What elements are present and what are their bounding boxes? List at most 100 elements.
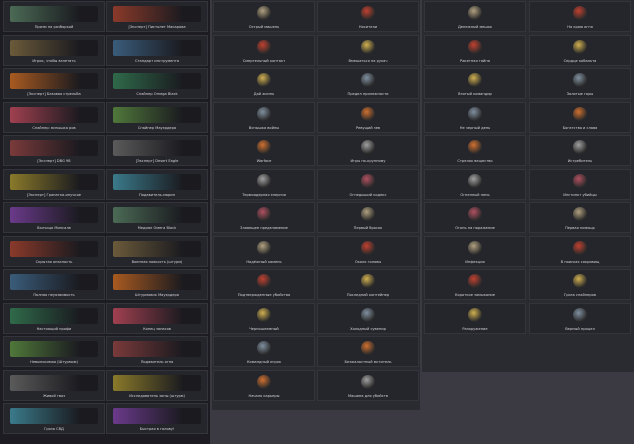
col1-item[interactable]: [Эксперт] Desert Eagle — [106, 135, 208, 166]
col3-item[interactable]: Золотые горы — [529, 68, 631, 99]
badge-icon — [468, 106, 482, 121]
col1-item[interactable]: Медиан Омега Black — [106, 202, 208, 233]
col1-item[interactable]: [Эксперт] Гранатка-ипучкое — [3, 168, 105, 200]
item-label: Невыносимая (Штурмом) — [30, 360, 78, 364]
col1-item[interactable]: Конец запасов — [106, 302, 208, 334]
col2-item[interactable]: Холодный сувенир — [317, 302, 419, 334]
col3-item[interactable]: Короткое замыкание — [424, 269, 526, 300]
item-label: Зловещее предзнамение — [240, 226, 288, 230]
badge-icon — [257, 341, 271, 355]
item-label: Первый бросок — [353, 226, 383, 230]
col1-item[interactable]: [Эксперт] DBG 98 — [3, 135, 105, 166]
col2-item[interactable]: Вмешаться на рукач — [317, 34, 419, 66]
item-label: Предел прилежности — [347, 92, 389, 96]
stripe-art-icon — [10, 207, 98, 223]
col1-item[interactable]: Быстрая в голову! — [106, 403, 208, 434]
col2-item[interactable]: Надёжный камень — [213, 235, 315, 267]
item-label: Игры по-крупному — [350, 159, 386, 163]
col1-item[interactable]: Военная ловкость (штурм) — [106, 235, 208, 267]
badge-icon — [257, 207, 271, 221]
col1-item[interactable]: Стандарт инструмента — [106, 34, 208, 66]
col3-item[interactable]: Ракетная тайна — [424, 34, 526, 66]
col2-item[interactable]: Черношлемный — [213, 302, 315, 334]
col1-item[interactable]: Штурмовик Мауэрдера — [106, 269, 208, 300]
col1-item[interactable]: Снайпер Omega Black — [106, 68, 208, 99]
stripe-art-icon — [10, 341, 98, 357]
item-label: [Эксперт] Гранатка-ипучкое — [26, 192, 82, 197]
col3-item[interactable]: Истребитель — [529, 135, 631, 166]
col1-item[interactable]: Снайпер Мауэрдера — [106, 101, 208, 133]
badge-icon — [361, 106, 375, 121]
item-label: Короткое замыкание — [455, 293, 495, 297]
col2-item[interactable]: Смертельный контакт — [213, 34, 315, 66]
col1-item[interactable]: Гроза СВД — [3, 403, 105, 434]
col2-item[interactable]: Термоядерная энергия — [213, 168, 315, 200]
item-label: Подавитель огня — [140, 360, 174, 364]
col3-item[interactable]: Не черный день — [424, 101, 526, 133]
stripe-art-icon — [113, 307, 201, 324]
col1-item[interactable]: Живой гвоз — [3, 369, 105, 401]
stripe-art-icon — [10, 6, 98, 22]
col1-item[interactable]: Игрок, чтобы взлетать — [3, 34, 105, 66]
col3-item[interactable]: Взятый командир — [424, 68, 526, 99]
col3-item[interactable]: В поисках сокровищ — [529, 235, 631, 267]
col3-item[interactable]: Стрелок вещество — [424, 135, 526, 166]
col2-item[interactable]: Предел прилежности — [317, 68, 419, 99]
item-label: Машина для убийств — [348, 393, 388, 398]
col3-item[interactable]: На краю огня — [529, 1, 631, 32]
col1-item[interactable]: Подавитель-марин — [106, 168, 208, 200]
col2-item[interactable]: Машина для убийств — [317, 369, 419, 401]
col2-item[interactable]: Warface — [213, 135, 315, 166]
col2-item[interactable]: Начало карьеры — [213, 369, 315, 401]
col3-item[interactable]: Верный прицел — [529, 302, 631, 334]
col3-item[interactable]: Гроза снайперов — [529, 269, 631, 300]
item-label: Вспышка войны — [248, 125, 280, 130]
col1-item[interactable]: Невыносимая (Штурмом) — [3, 336, 105, 367]
badge-icon — [257, 6, 271, 20]
col2-item[interactable]: Командный игрок — [213, 336, 315, 367]
col2-item[interactable]: Вспышка войны — [213, 101, 315, 133]
stripe-art-icon — [113, 6, 201, 22]
col3-item[interactable]: Огненный пень — [424, 168, 526, 200]
col2-item[interactable]: Первый бросок — [317, 202, 419, 233]
col1-item[interactable]: Исследователь зоны (штурм) — [106, 369, 208, 401]
col2-item[interactable]: Дай жизнь — [213, 68, 315, 99]
col1-item[interactable]: Призм на разборкой — [3, 1, 105, 32]
col3-item[interactable]: Огонь на поражение — [424, 202, 526, 233]
col2-item[interactable]: Огнедыший кодекс — [317, 168, 419, 200]
item-label: [Эксперт] Пистолет Макарова — [128, 25, 186, 29]
col2-item[interactable]: Острый мишень — [213, 1, 315, 32]
item-label: Последний контейнер — [346, 293, 390, 297]
col3-item[interactable]: Богатство и слава — [529, 101, 631, 133]
col2-item[interactable]: Подтвержденные убийства — [213, 269, 315, 300]
col3-item[interactable]: Денежный мешок — [424, 1, 526, 32]
col1-item[interactable]: Скрытая опасность — [3, 235, 105, 267]
item-label: Подтвержденные убийства — [237, 293, 291, 297]
badge-icon — [257, 274, 271, 288]
col3-item[interactable]: Разоружение — [424, 302, 526, 334]
col1-item[interactable]: Полная неуязвимость — [3, 269, 105, 300]
col3-item[interactable]: Инстинкт убийцы — [529, 168, 631, 200]
col2-item[interactable]: Последний контейнер — [317, 269, 419, 300]
col1-item[interactable]: [Эксперт] Пистолет Макарова — [106, 1, 208, 32]
col3-item[interactable]: Инфекция — [424, 235, 526, 267]
col1-item[interactable]: Снайпер: вспышка ров — [3, 101, 105, 133]
item-label: Острый мишень — [248, 25, 280, 29]
col1-item[interactable]: Волчица Минсале — [3, 202, 105, 233]
col2-item[interactable]: Игры по-крупному — [317, 135, 419, 166]
col3-item[interactable]: Сердце кобальта — [529, 34, 631, 66]
col2-item[interactable]: Безжалостный мститель — [317, 336, 419, 367]
item-label: Черношлемный — [249, 326, 279, 331]
col1-item[interactable]: Настоящий профи — [3, 302, 105, 334]
badge-icon — [361, 6, 375, 20]
badge-icon — [468, 274, 482, 288]
col2-item[interactable]: Зловещее предзнамение — [213, 202, 315, 233]
col1-item[interactable]: [Эксперт] Базовая стрельба — [3, 68, 105, 99]
col3-item[interactable]: Первая помощь — [529, 202, 631, 233]
badge-icon — [361, 207, 375, 221]
col2-item[interactable]: Носители — [317, 1, 419, 32]
stripe-art-icon — [113, 240, 201, 257]
col2-item[interactable]: Ревущий зев — [317, 101, 419, 133]
col2-item[interactable]: Около головы — [317, 235, 419, 267]
col1-item[interactable]: Подавитель огня — [106, 336, 208, 367]
